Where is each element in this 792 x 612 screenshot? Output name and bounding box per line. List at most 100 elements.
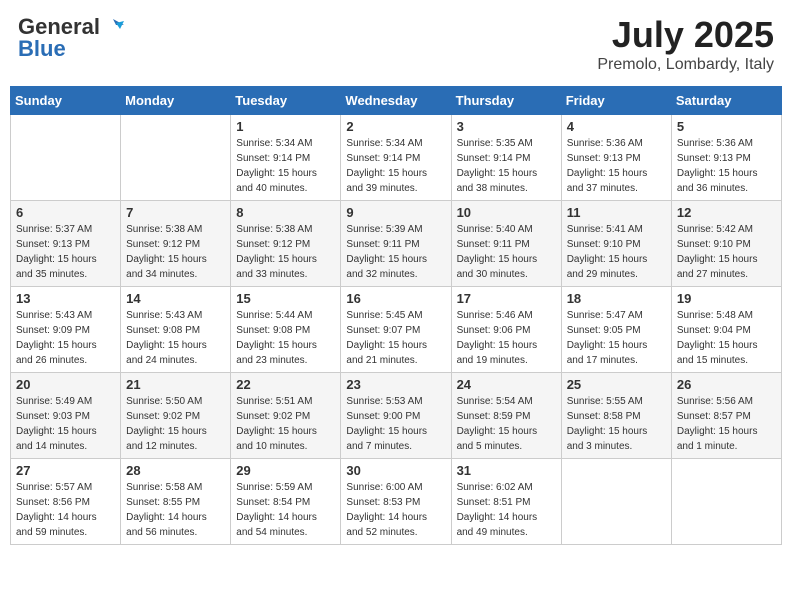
- day-info: Sunrise: 5:43 AM Sunset: 9:08 PM Dayligh…: [126, 308, 225, 368]
- day-number: 27: [16, 463, 115, 478]
- day-info: Sunrise: 5:57 AM Sunset: 8:56 PM Dayligh…: [16, 480, 115, 540]
- calendar-cell: 24 Sunrise: 5:54 AM Sunset: 8:59 PM Dayli…: [451, 373, 561, 459]
- day-info: Sunrise: 5:54 AM Sunset: 8:59 PM Dayligh…: [457, 394, 556, 454]
- day-number: 6: [16, 205, 115, 220]
- day-number: 25: [567, 377, 666, 392]
- calendar-cell: 10Sunrise: 5:40 AM Sunset: 9:11 PM Dayli…: [451, 201, 561, 287]
- weekday-header-saturday: Saturday: [671, 87, 781, 115]
- calendar-cell: 26 Sunrise: 5:56 AM Sunset: 8:57 PM Dayli…: [671, 373, 781, 459]
- weekday-header-friday: Friday: [561, 87, 671, 115]
- day-number: 20: [16, 377, 115, 392]
- weekday-header-tuesday: Tuesday: [231, 87, 341, 115]
- day-number: 14: [126, 291, 225, 306]
- calendar-cell: 11 Sunrise: 5:41 AM Sunset: 9:10 PM Dayli…: [561, 201, 671, 287]
- day-number: 23: [346, 377, 445, 392]
- location-subtitle: Premolo, Lombardy, Italy: [597, 56, 774, 74]
- weekday-header-monday: Monday: [121, 87, 231, 115]
- calendar-cell: [671, 459, 781, 545]
- day-number: 16: [346, 291, 445, 306]
- day-info: Sunrise: 5:36 AM Sunset: 9:13 PM Dayligh…: [567, 136, 666, 196]
- calendar-cell: 15 Sunrise: 5:44 AM Sunset: 9:08 PM Dayli…: [231, 287, 341, 373]
- calendar-cell: 28 Sunrise: 5:58 AM Sunset: 8:55 PM Dayli…: [121, 459, 231, 545]
- day-info: Sunrise: 5:45 AM Sunset: 9:07 PM Dayligh…: [346, 308, 445, 368]
- calendar-cell: 12 Sunrise: 5:42 AM Sunset: 9:10 PM Dayli…: [671, 201, 781, 287]
- page-header: General Blue July 2025 Premolo, Lombardy…: [10, 10, 782, 78]
- calendar-cell: 7 Sunrise: 5:38 AM Sunset: 9:12 PM Daylig…: [121, 201, 231, 287]
- calendar-cell: 19 Sunrise: 5:48 AM Sunset: 9:04 PM Dayli…: [671, 287, 781, 373]
- day-number: 31: [457, 463, 556, 478]
- day-number: 5: [677, 119, 776, 134]
- title-block: July 2025 Premolo, Lombardy, Italy: [597, 14, 774, 74]
- day-info: Sunrise: 5:55 AM Sunset: 8:58 PM Dayligh…: [567, 394, 666, 454]
- calendar-cell: 2 Sunrise: 5:34 AM Sunset: 9:14 PM Daylig…: [341, 115, 451, 201]
- day-number: 28: [126, 463, 225, 478]
- day-info: Sunrise: 5:50 AM Sunset: 9:02 PM Dayligh…: [126, 394, 225, 454]
- calendar-cell: 27 Sunrise: 5:57 AM Sunset: 8:56 PM Dayli…: [11, 459, 121, 545]
- day-info: Sunrise: 6:02 AM Sunset: 8:51 PM Dayligh…: [457, 480, 556, 540]
- weekday-header-sunday: Sunday: [11, 87, 121, 115]
- day-number: 19: [677, 291, 776, 306]
- calendar-week-row: 13 Sunrise: 5:43 AM Sunset: 9:09 PM Dayli…: [11, 287, 782, 373]
- day-info: Sunrise: 5:37 AM Sunset: 9:13 PM Dayligh…: [16, 222, 115, 282]
- calendar-cell: 20 Sunrise: 5:49 AM Sunset: 9:03 PM Dayli…: [11, 373, 121, 459]
- day-number: 13: [16, 291, 115, 306]
- day-info: Sunrise: 5:48 AM Sunset: 9:04 PM Dayligh…: [677, 308, 776, 368]
- calendar-week-row: 27 Sunrise: 5:57 AM Sunset: 8:56 PM Dayli…: [11, 459, 782, 545]
- calendar-cell: 1 Sunrise: 5:34 AM Sunset: 9:14 PM Daylig…: [231, 115, 341, 201]
- day-number: 7: [126, 205, 225, 220]
- weekday-header-thursday: Thursday: [451, 87, 561, 115]
- calendar-cell: 16 Sunrise: 5:45 AM Sunset: 9:07 PM Dayli…: [341, 287, 451, 373]
- day-info: Sunrise: 5:41 AM Sunset: 9:10 PM Dayligh…: [567, 222, 666, 282]
- logo: General Blue: [18, 14, 124, 62]
- calendar-cell: 30 Sunrise: 6:00 AM Sunset: 8:53 PM Dayli…: [341, 459, 451, 545]
- day-number: 17: [457, 291, 556, 306]
- day-number: 21: [126, 377, 225, 392]
- day-info: Sunrise: 5:42 AM Sunset: 9:10 PM Dayligh…: [677, 222, 776, 282]
- calendar-cell: 31 Sunrise: 6:02 AM Sunset: 8:51 PM Dayli…: [451, 459, 561, 545]
- day-number: 30: [346, 463, 445, 478]
- day-number: 4: [567, 119, 666, 134]
- calendar-cell: 25 Sunrise: 5:55 AM Sunset: 8:58 PM Dayli…: [561, 373, 671, 459]
- day-info: Sunrise: 5:53 AM Sunset: 9:00 PM Dayligh…: [346, 394, 445, 454]
- day-number: 11: [567, 205, 666, 220]
- day-info: Sunrise: 5:59 AM Sunset: 8:54 PM Dayligh…: [236, 480, 335, 540]
- day-info: Sunrise: 6:00 AM Sunset: 8:53 PM Dayligh…: [346, 480, 445, 540]
- calendar-cell: 14 Sunrise: 5:43 AM Sunset: 9:08 PM Dayli…: [121, 287, 231, 373]
- calendar-cell: 6 Sunrise: 5:37 AM Sunset: 9:13 PM Daylig…: [11, 201, 121, 287]
- day-number: 29: [236, 463, 335, 478]
- day-info: Sunrise: 5:34 AM Sunset: 9:14 PM Dayligh…: [236, 136, 335, 196]
- calendar-week-row: 6 Sunrise: 5:37 AM Sunset: 9:13 PM Daylig…: [11, 201, 782, 287]
- day-info: Sunrise: 5:38 AM Sunset: 9:12 PM Dayligh…: [236, 222, 335, 282]
- day-number: 15: [236, 291, 335, 306]
- day-info: Sunrise: 5:34 AM Sunset: 9:14 PM Dayligh…: [346, 136, 445, 196]
- day-info: Sunrise: 5:58 AM Sunset: 8:55 PM Dayligh…: [126, 480, 225, 540]
- day-info: Sunrise: 5:40 AM Sunset: 9:11 PM Dayligh…: [457, 222, 556, 282]
- weekday-header-row: SundayMondayTuesdayWednesdayThursdayFrid…: [11, 87, 782, 115]
- day-info: Sunrise: 5:49 AM Sunset: 9:03 PM Dayligh…: [16, 394, 115, 454]
- logo-bird-icon: [102, 15, 124, 37]
- day-number: 24: [457, 377, 556, 392]
- day-info: Sunrise: 5:39 AM Sunset: 9:11 PM Dayligh…: [346, 222, 445, 282]
- day-number: 9: [346, 205, 445, 220]
- day-number: 12: [677, 205, 776, 220]
- calendar-cell: 8 Sunrise: 5:38 AM Sunset: 9:12 PM Daylig…: [231, 201, 341, 287]
- calendar-cell: 23 Sunrise: 5:53 AM Sunset: 9:00 PM Dayli…: [341, 373, 451, 459]
- calendar-cell: 13 Sunrise: 5:43 AM Sunset: 9:09 PM Dayli…: [11, 287, 121, 373]
- day-number: 1: [236, 119, 335, 134]
- calendar-table: SundayMondayTuesdayWednesdayThursdayFrid…: [10, 86, 782, 545]
- calendar-cell: [561, 459, 671, 545]
- calendar-week-row: 20 Sunrise: 5:49 AM Sunset: 9:03 PM Dayli…: [11, 373, 782, 459]
- day-number: 26: [677, 377, 776, 392]
- day-info: Sunrise: 5:44 AM Sunset: 9:08 PM Dayligh…: [236, 308, 335, 368]
- day-info: Sunrise: 5:43 AM Sunset: 9:09 PM Dayligh…: [16, 308, 115, 368]
- day-number: 8: [236, 205, 335, 220]
- day-info: Sunrise: 5:51 AM Sunset: 9:02 PM Dayligh…: [236, 394, 335, 454]
- day-info: Sunrise: 5:36 AM Sunset: 9:13 PM Dayligh…: [677, 136, 776, 196]
- calendar-cell: 22Sunrise: 5:51 AM Sunset: 9:02 PM Dayli…: [231, 373, 341, 459]
- calendar-cell: 9 Sunrise: 5:39 AM Sunset: 9:11 PM Daylig…: [341, 201, 451, 287]
- day-info: Sunrise: 5:56 AM Sunset: 8:57 PM Dayligh…: [677, 394, 776, 454]
- day-info: Sunrise: 5:38 AM Sunset: 9:12 PM Dayligh…: [126, 222, 225, 282]
- calendar-cell: 17Sunrise: 5:46 AM Sunset: 9:06 PM Dayli…: [451, 287, 561, 373]
- day-number: 2: [346, 119, 445, 134]
- calendar-week-row: 1 Sunrise: 5:34 AM Sunset: 9:14 PM Daylig…: [11, 115, 782, 201]
